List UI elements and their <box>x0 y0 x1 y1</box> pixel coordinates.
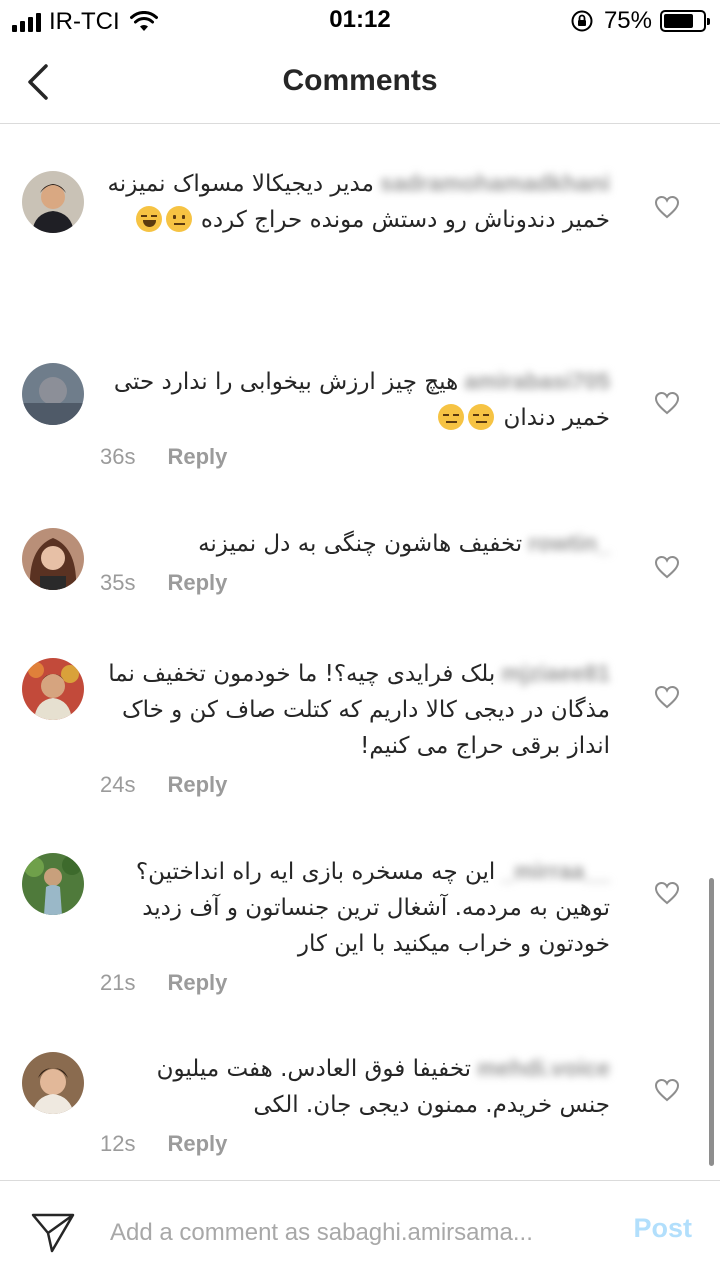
page-title: Comments <box>282 64 438 97</box>
status-right: 75% <box>570 7 710 35</box>
comment-text: amirabasi705هیچ چیز ارزش بیخوابی را ندار… <box>100 363 610 436</box>
comment-time: 24s <box>100 772 136 797</box>
neutral-face-emoji-icon <box>165 206 192 232</box>
comment-username[interactable]: mehdi.voice <box>477 1050 610 1086</box>
heart-icon[interactable] <box>654 881 680 905</box>
comment-meta: 24s Reply <box>100 772 610 798</box>
comment-username[interactable]: amirabasi705 <box>464 363 610 399</box>
comment-username[interactable]: _mirraa__ <box>501 853 610 889</box>
avatar[interactable] <box>22 1052 84 1114</box>
expressionless-face-emoji-icon <box>438 404 465 430</box>
comment-meta: 12s Reply <box>100 1131 610 1157</box>
rotation-lock-icon <box>571 10 593 32</box>
comment-username[interactable]: sadramohamadkhani <box>380 165 610 201</box>
reply-button[interactable]: Reply <box>167 444 227 470</box>
comment-body: mehdi.voiceتخفیفا فوق العادس. هفت میلیون… <box>100 1050 610 1157</box>
reply-button[interactable]: Reply <box>167 1131 227 1157</box>
comment-body: amirabasi705هیچ چیز ارزش بیخوابی را ندار… <box>100 363 610 470</box>
comment-composer: Post <box>0 1180 720 1280</box>
comment-time: 21s <box>100 970 136 995</box>
comment-meta: 35s Reply <box>100 570 610 596</box>
comment-meta: 21s Reply <box>100 970 610 996</box>
comment-time: 36s <box>100 444 136 469</box>
comment-body: sadramohamadkhaniمدیر دیجیکالا مسواک نمی… <box>100 165 610 238</box>
avatar[interactable] <box>22 528 84 590</box>
reply-button[interactable]: Reply <box>167 970 227 996</box>
comment-text: mehdi.voiceتخفیفا فوق العادس. هفت میلیون… <box>100 1050 610 1123</box>
avatar[interactable] <box>22 853 84 915</box>
comment-body: rowtin_تخفیف هاشون چنگی به دل نمیزنه 35s… <box>100 525 610 596</box>
avatar[interactable] <box>22 658 84 720</box>
comment-body: _mirraa__این چه مسخره بازی ایه راه انداخ… <box>100 853 610 996</box>
comment-text: sadramohamadkhaniمدیر دیجیکالا مسواک نمی… <box>100 165 610 238</box>
comment-username[interactable]: mjziaee81 <box>501 655 610 691</box>
comment-text: mjziaee81بلک فرایدی چیه؟! ما خودمون تخفی… <box>100 655 610 764</box>
avatar[interactable] <box>22 171 84 233</box>
paper-plane-icon[interactable] <box>30 1211 76 1255</box>
heart-icon[interactable] <box>654 195 680 219</box>
expressionless-face-emoji-icon <box>468 404 495 430</box>
joy-face-emoji-icon <box>135 206 162 232</box>
comment-list[interactable]: sadramohamadkhaniمدیر دیجیکالا مسواک نمی… <box>0 125 720 1180</box>
heart-icon[interactable] <box>654 685 680 709</box>
reply-button[interactable]: Reply <box>167 772 227 798</box>
comment-time: 12s <box>100 1131 136 1156</box>
battery-icon <box>660 10 710 32</box>
comment-message: تخفیف هاشون چنگی به دل نمیزنه <box>198 531 523 557</box>
comment-text: rowtin_تخفیف هاشون چنگی به دل نمیزنه <box>100 525 610 562</box>
comment-input[interactable] <box>110 1215 600 1251</box>
status-bar: IR-TCI 01:12 75% <box>0 0 720 40</box>
heart-icon[interactable] <box>654 391 680 415</box>
comment-username[interactable]: rowtin_ <box>528 525 610 561</box>
heart-icon[interactable] <box>654 1078 680 1102</box>
avatar[interactable] <box>22 363 84 425</box>
comment-meta: 36s Reply <box>100 444 610 470</box>
post-button[interactable]: Post <box>633 1213 692 1244</box>
comment-body: mjziaee81بلک فرایدی چیه؟! ما خودمون تخفی… <box>100 655 610 798</box>
battery-fill <box>664 14 693 28</box>
comment-text: _mirraa__این چه مسخره بازی ایه راه انداخ… <box>100 853 610 962</box>
header: Comments <box>0 40 720 124</box>
scrollbar[interactable] <box>709 878 714 1166</box>
battery-percent: 75% <box>603 7 652 34</box>
heart-icon[interactable] <box>654 555 680 579</box>
comment-time: 35s <box>100 570 136 595</box>
reply-button[interactable]: Reply <box>167 570 227 596</box>
